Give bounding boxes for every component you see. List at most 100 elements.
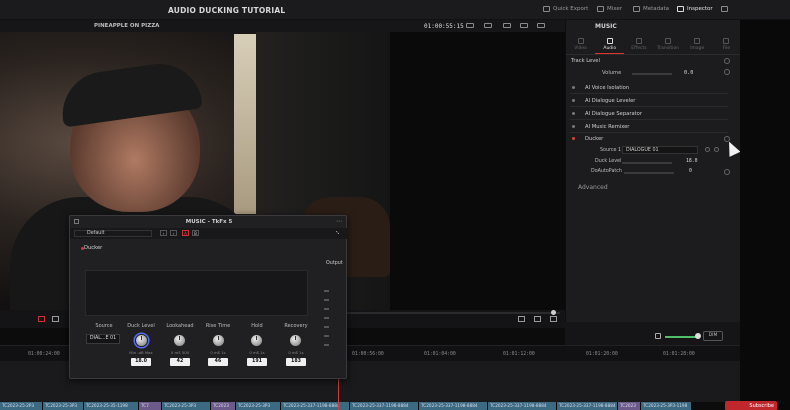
add-source-icon[interactable]: [705, 147, 710, 152]
meter-segment: [324, 335, 329, 337]
tab-file[interactable]: File: [712, 35, 741, 54]
tab-image[interactable]: Image: [683, 35, 712, 54]
timeline-clip[interactable]: TC7: [139, 402, 161, 410]
duck-level-slider[interactable]: [622, 162, 672, 164]
rise-time-value[interactable]: 46: [208, 358, 228, 366]
timeline-clip[interactable]: TC2023-25-3P3-1198: [641, 402, 691, 410]
autopatch-reset-icon[interactable]: [724, 169, 730, 175]
output-label: Output: [326, 261, 343, 266]
tab-audio[interactable]: Audio: [595, 35, 625, 54]
mixer-button[interactable]: Mixer: [597, 6, 622, 12]
transform-icon[interactable]: [466, 23, 474, 28]
ducker-source-select[interactable]: DIALOGUE 01: [622, 146, 698, 154]
more-options-icon[interactable]: ⋯: [336, 218, 342, 225]
effect-ai-voice-isolation[interactable]: AI Voice Isolation: [570, 83, 728, 94]
metadata-button[interactable]: Metadata: [633, 6, 669, 12]
toggle-icon[interactable]: [572, 137, 575, 140]
monitor-volume-handle[interactable]: [695, 333, 701, 339]
viewer-empty-area: [390, 32, 565, 310]
screen-edge: [740, 20, 790, 410]
timeline-clip[interactable]: TC2023-25-337-1198-8884: [488, 402, 556, 410]
tab-video[interactable]: Video: [566, 35, 595, 54]
lookahead-knob[interactable]: [173, 334, 186, 347]
remove-source-icon[interactable]: [714, 147, 719, 152]
monitor-volume-slider[interactable]: [665, 336, 697, 338]
toggle-icon[interactable]: [572, 86, 575, 89]
audio-icon[interactable]: [52, 316, 59, 322]
timeline-clip[interactable]: TC2023-25-2P3: [0, 402, 42, 410]
effect-ai-dialogue-leveler[interactable]: AI Dialogue Leveler: [570, 96, 728, 107]
lookahead-value[interactable]: 42: [170, 358, 190, 366]
timeline-clip[interactable]: TC2023-25-337-1198-8884: [419, 402, 487, 410]
timeline-clip[interactable]: TC2023-25-35-1198: [84, 402, 138, 410]
source-select[interactable]: DIAL...E 01: [86, 334, 120, 344]
effect-name: AI Dialogue Separator: [585, 111, 642, 117]
hold-knob[interactable]: [250, 334, 263, 347]
duck-level-value[interactable]: 18.0: [131, 358, 151, 366]
speaker-icon[interactable]: [655, 333, 661, 339]
meter-segment: [324, 299, 329, 301]
tab-label: Audio: [603, 46, 617, 51]
quick-export-button[interactable]: Quick Export: [543, 6, 588, 12]
fit-icon[interactable]: [520, 23, 528, 28]
timeline-clip[interactable]: TC2023-25-337-1198-8884: [557, 402, 617, 410]
ruler-tick: 01:00:56:00: [352, 352, 384, 357]
viewer-mode-icon[interactable]: [484, 23, 492, 28]
video-icon: [577, 38, 584, 44]
ducker-duck-level-value[interactable]: 18.0: [686, 159, 698, 164]
timeline-clip[interactable]: TC2023-25-337-1198-8884: [350, 402, 418, 410]
bypass-icon[interactable]: A: [182, 230, 189, 236]
hold-value[interactable]: 191: [247, 358, 267, 366]
recovery-value[interactable]: 183: [286, 358, 306, 366]
clip-name[interactable]: PINEAPPLE ON PIZZA: [94, 23, 159, 29]
toggle-icon[interactable]: [572, 99, 575, 102]
skip-end-icon[interactable]: [550, 316, 557, 322]
effect-ai-dialogue-separator[interactable]: AI Dialogue Separator: [570, 109, 728, 120]
effect-ducker[interactable]: Ducker: [570, 134, 728, 145]
compare-icon[interactable]: B: [192, 230, 199, 236]
meter-segment: [324, 308, 329, 310]
timeline-clip[interactable]: TC2023-25-3P3: [236, 402, 280, 410]
record-icon[interactable]: [38, 316, 45, 322]
tab-transition[interactable]: Transition: [654, 35, 683, 54]
inspector-button[interactable]: Inspector: [677, 6, 713, 12]
viewer-options-icon[interactable]: [537, 23, 545, 28]
volume-reset-icon[interactable]: [724, 69, 730, 75]
volume-slider[interactable]: [632, 73, 672, 75]
timeline-clip[interactable]: TC2023-25-3P3: [43, 402, 83, 410]
ducker-duck-level-label: Duck Level: [595, 159, 622, 164]
loop-icon[interactable]: [518, 316, 525, 322]
toggle-icon[interactable]: [572, 125, 575, 128]
preset-select[interactable]: Default: [74, 230, 152, 237]
effect-name: Ducker: [585, 136, 604, 142]
prev-preset-icon[interactable]: ‹: [160, 230, 167, 236]
metadata-icon: [633, 6, 640, 12]
recovery-knob[interactable]: [289, 334, 302, 347]
timeline-clip[interactable]: TC2023-25-3P3: [162, 402, 210, 410]
effect-ai-music-remixer[interactable]: AI Music Remixer: [570, 122, 728, 133]
ducker-autopatch-value[interactable]: 0: [689, 169, 692, 174]
transition-icon: [665, 38, 672, 44]
meter-segment: [324, 317, 329, 319]
subscribe-button[interactable]: Subscribe: [725, 401, 777, 410]
rise-time-knob[interactable]: [212, 334, 225, 347]
tab-effects[interactable]: Effects: [624, 35, 653, 54]
next-preset-icon[interactable]: ›: [170, 230, 177, 236]
autopatch-slider[interactable]: [624, 172, 674, 174]
next-frame-icon[interactable]: [534, 316, 541, 322]
toggle-icon[interactable]: [572, 112, 575, 115]
timeline-clip[interactable]: TC2023: [618, 402, 640, 410]
timeline-clip[interactable]: TC2023: [211, 402, 235, 410]
advanced-toggle[interactable]: Advanced: [578, 184, 608, 191]
volume-value[interactable]: 0.0: [684, 70, 693, 76]
hold-control-label: Hold: [251, 323, 263, 329]
duck-level-knob[interactable]: [135, 334, 148, 347]
dim-button[interactable]: DIM: [703, 331, 723, 341]
scrub-handle[interactable]: [551, 310, 556, 315]
link-icon[interactable]: ⤡: [334, 230, 341, 236]
image-icon: [694, 38, 701, 44]
overlay-icon[interactable]: [503, 23, 511, 28]
reset-icon[interactable]: [724, 58, 730, 64]
expand-button[interactable]: [721, 6, 728, 12]
output-meter: [324, 290, 330, 360]
